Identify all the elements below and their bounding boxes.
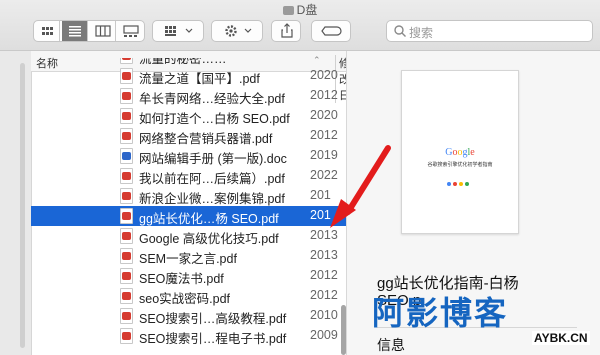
list-icon (69, 26, 81, 37)
file-row[interactable]: 如何打造个…白杨 SEO.pdf 2020 (31, 106, 346, 126)
icon-view-button[interactable] (34, 21, 60, 41)
file-row[interactable]: 流量之道【国平】.pdf 2020 (31, 66, 346, 86)
file-date: 2019 (310, 148, 338, 162)
pdf-file-icon (120, 128, 133, 144)
doc-file-icon (120, 148, 133, 164)
file-row[interactable]: 网站编辑手册 (第一版).doc 2019 (31, 146, 346, 166)
file-row[interactable]: 牟长青网络…经验大全.pdf 2012 (31, 86, 346, 106)
view-mode-control (33, 20, 145, 42)
grid-icon (42, 27, 53, 35)
file-name: SEO搜索引…程电子书.pdf (139, 332, 287, 346)
file-date: 2013 (310, 248, 338, 262)
file-row[interactable]: seo实战密码.pdf 2012 (31, 286, 346, 306)
file-row[interactable]: SEO搜索引…程电子书.pdf 2009 (31, 326, 346, 346)
action-menu-button[interactable] (211, 20, 263, 42)
pdf-file-icon (120, 88, 133, 104)
pdf-file-icon (120, 58, 133, 64)
file-name: SEO魔法书.pdf (139, 272, 224, 286)
file-row[interactable]: 网络整合营销兵器谱.pdf 2012 (31, 126, 346, 146)
file-date: 2012 (310, 128, 338, 142)
pdf-file-icon (120, 328, 133, 344)
pdf-file-icon (120, 108, 133, 124)
file-name: 新浪企业微…案例集锦.pdf (139, 192, 285, 206)
thumbnail-subtitle: 谷歌搜索引擎优化初学者指南 (427, 162, 493, 168)
pdf-file-icon (120, 288, 133, 304)
pdf-file-icon (120, 268, 133, 284)
pdf-file-icon (120, 188, 133, 204)
gallery-icon (123, 25, 139, 37)
file-date: 2010 (310, 308, 338, 322)
window-title: D盘 (0, 1, 600, 18)
pdf-file-icon (120, 308, 133, 324)
sidebar-scrollbar[interactable] (20, 63, 25, 348)
file-row-selected[interactable]: gg站长优化…杨 SEO.pdf 201 (31, 206, 346, 226)
search-field[interactable]: 搜索 (386, 20, 593, 42)
drive-icon (282, 6, 294, 15)
thumbnail-logo: Google (445, 147, 475, 158)
file-date: 2012 (310, 88, 338, 102)
thumbnail-dots (447, 173, 471, 191)
file-name: 我以前在阿…后续篇）.pdf (139, 172, 285, 186)
file-date: 201 (310, 188, 331, 202)
file-row[interactable]: SEO搜索引…高级教程.pdf 2010 (31, 306, 346, 326)
file-date: 2013 (310, 228, 338, 242)
window-title-text: D盘 (296, 3, 318, 17)
file-row[interactable]: SEO魔法书.pdf 2012 (31, 266, 346, 286)
share-icon (281, 23, 293, 38)
file-name: 流量之道【国平】.pdf (139, 72, 260, 86)
gallery-view-button[interactable] (118, 21, 144, 41)
tag-button[interactable] (311, 20, 351, 42)
document-thumbnail: Google 谷歌搜索引擎优化初学者指南 (401, 70, 519, 234)
group-menu-button[interactable] (152, 20, 204, 42)
file-name: gg站长优化…杨 SEO.pdf (139, 212, 279, 226)
file-date: 2012 (310, 288, 338, 302)
gear-icon (225, 25, 252, 37)
file-row[interactable]: 我以前在阿…后续篇）.pdf 2022 (31, 166, 346, 186)
file-row[interactable]: SEM一家之言.pdf 2013 (31, 246, 346, 266)
pdf-file-icon (120, 208, 133, 224)
file-name: 网络整合营销兵器谱.pdf (139, 132, 273, 146)
file-list: 流量的秘密…… 流量之道【国平】.pdf 2020 牟长青网络…经验大全.pdf 201… (31, 58, 346, 355)
window-titlebar: D盘 搜索 (0, 0, 600, 51)
file-date: 201 (310, 208, 331, 222)
file-name: SEO搜索引…高级教程.pdf (139, 312, 287, 326)
watermark-logo: 阿影博客 (372, 295, 509, 331)
preview-info-label: 信息 (377, 337, 405, 353)
search-placeholder: 搜索 (409, 26, 434, 40)
column-view-button[interactable] (90, 21, 116, 41)
pdf-file-icon (120, 68, 133, 84)
file-date: 2009 (310, 328, 338, 342)
file-date: 2022 (310, 168, 338, 182)
file-row[interactable]: 新浪企业微…案例集锦.pdf 201 (31, 186, 346, 206)
share-button[interactable] (271, 20, 301, 42)
file-date: 2012 (310, 268, 338, 282)
file-name: 网站编辑手册 (第一版).doc (139, 152, 287, 166)
sidebar-strip (0, 51, 32, 355)
file-name: Google 高级优化技巧.pdf (139, 232, 279, 246)
file-date: 2020 (310, 68, 338, 82)
group-grid-icon (165, 26, 193, 36)
search-icon (394, 25, 406, 37)
pdf-file-icon (120, 168, 133, 184)
file-row[interactable]: Google 高级优化技巧.pdf 2013 (31, 226, 346, 246)
file-name: SEM一家之言.pdf (139, 252, 237, 266)
file-name: 如何打造个…白杨 SEO.pdf (139, 112, 290, 126)
file-row[interactable]: 流量的秘密…… (31, 58, 346, 66)
file-name: 牟长青网络…经验大全.pdf (139, 92, 285, 106)
columns-icon (95, 25, 111, 37)
file-name: seo实战密码.pdf (139, 292, 231, 306)
watermark-site: AYBK.CN (532, 331, 590, 345)
file-date: 2020 (310, 108, 338, 122)
pdf-file-icon (120, 228, 133, 244)
pdf-file-icon (120, 248, 133, 264)
list-view-button[interactable] (62, 21, 88, 41)
tag-icon (321, 26, 342, 36)
